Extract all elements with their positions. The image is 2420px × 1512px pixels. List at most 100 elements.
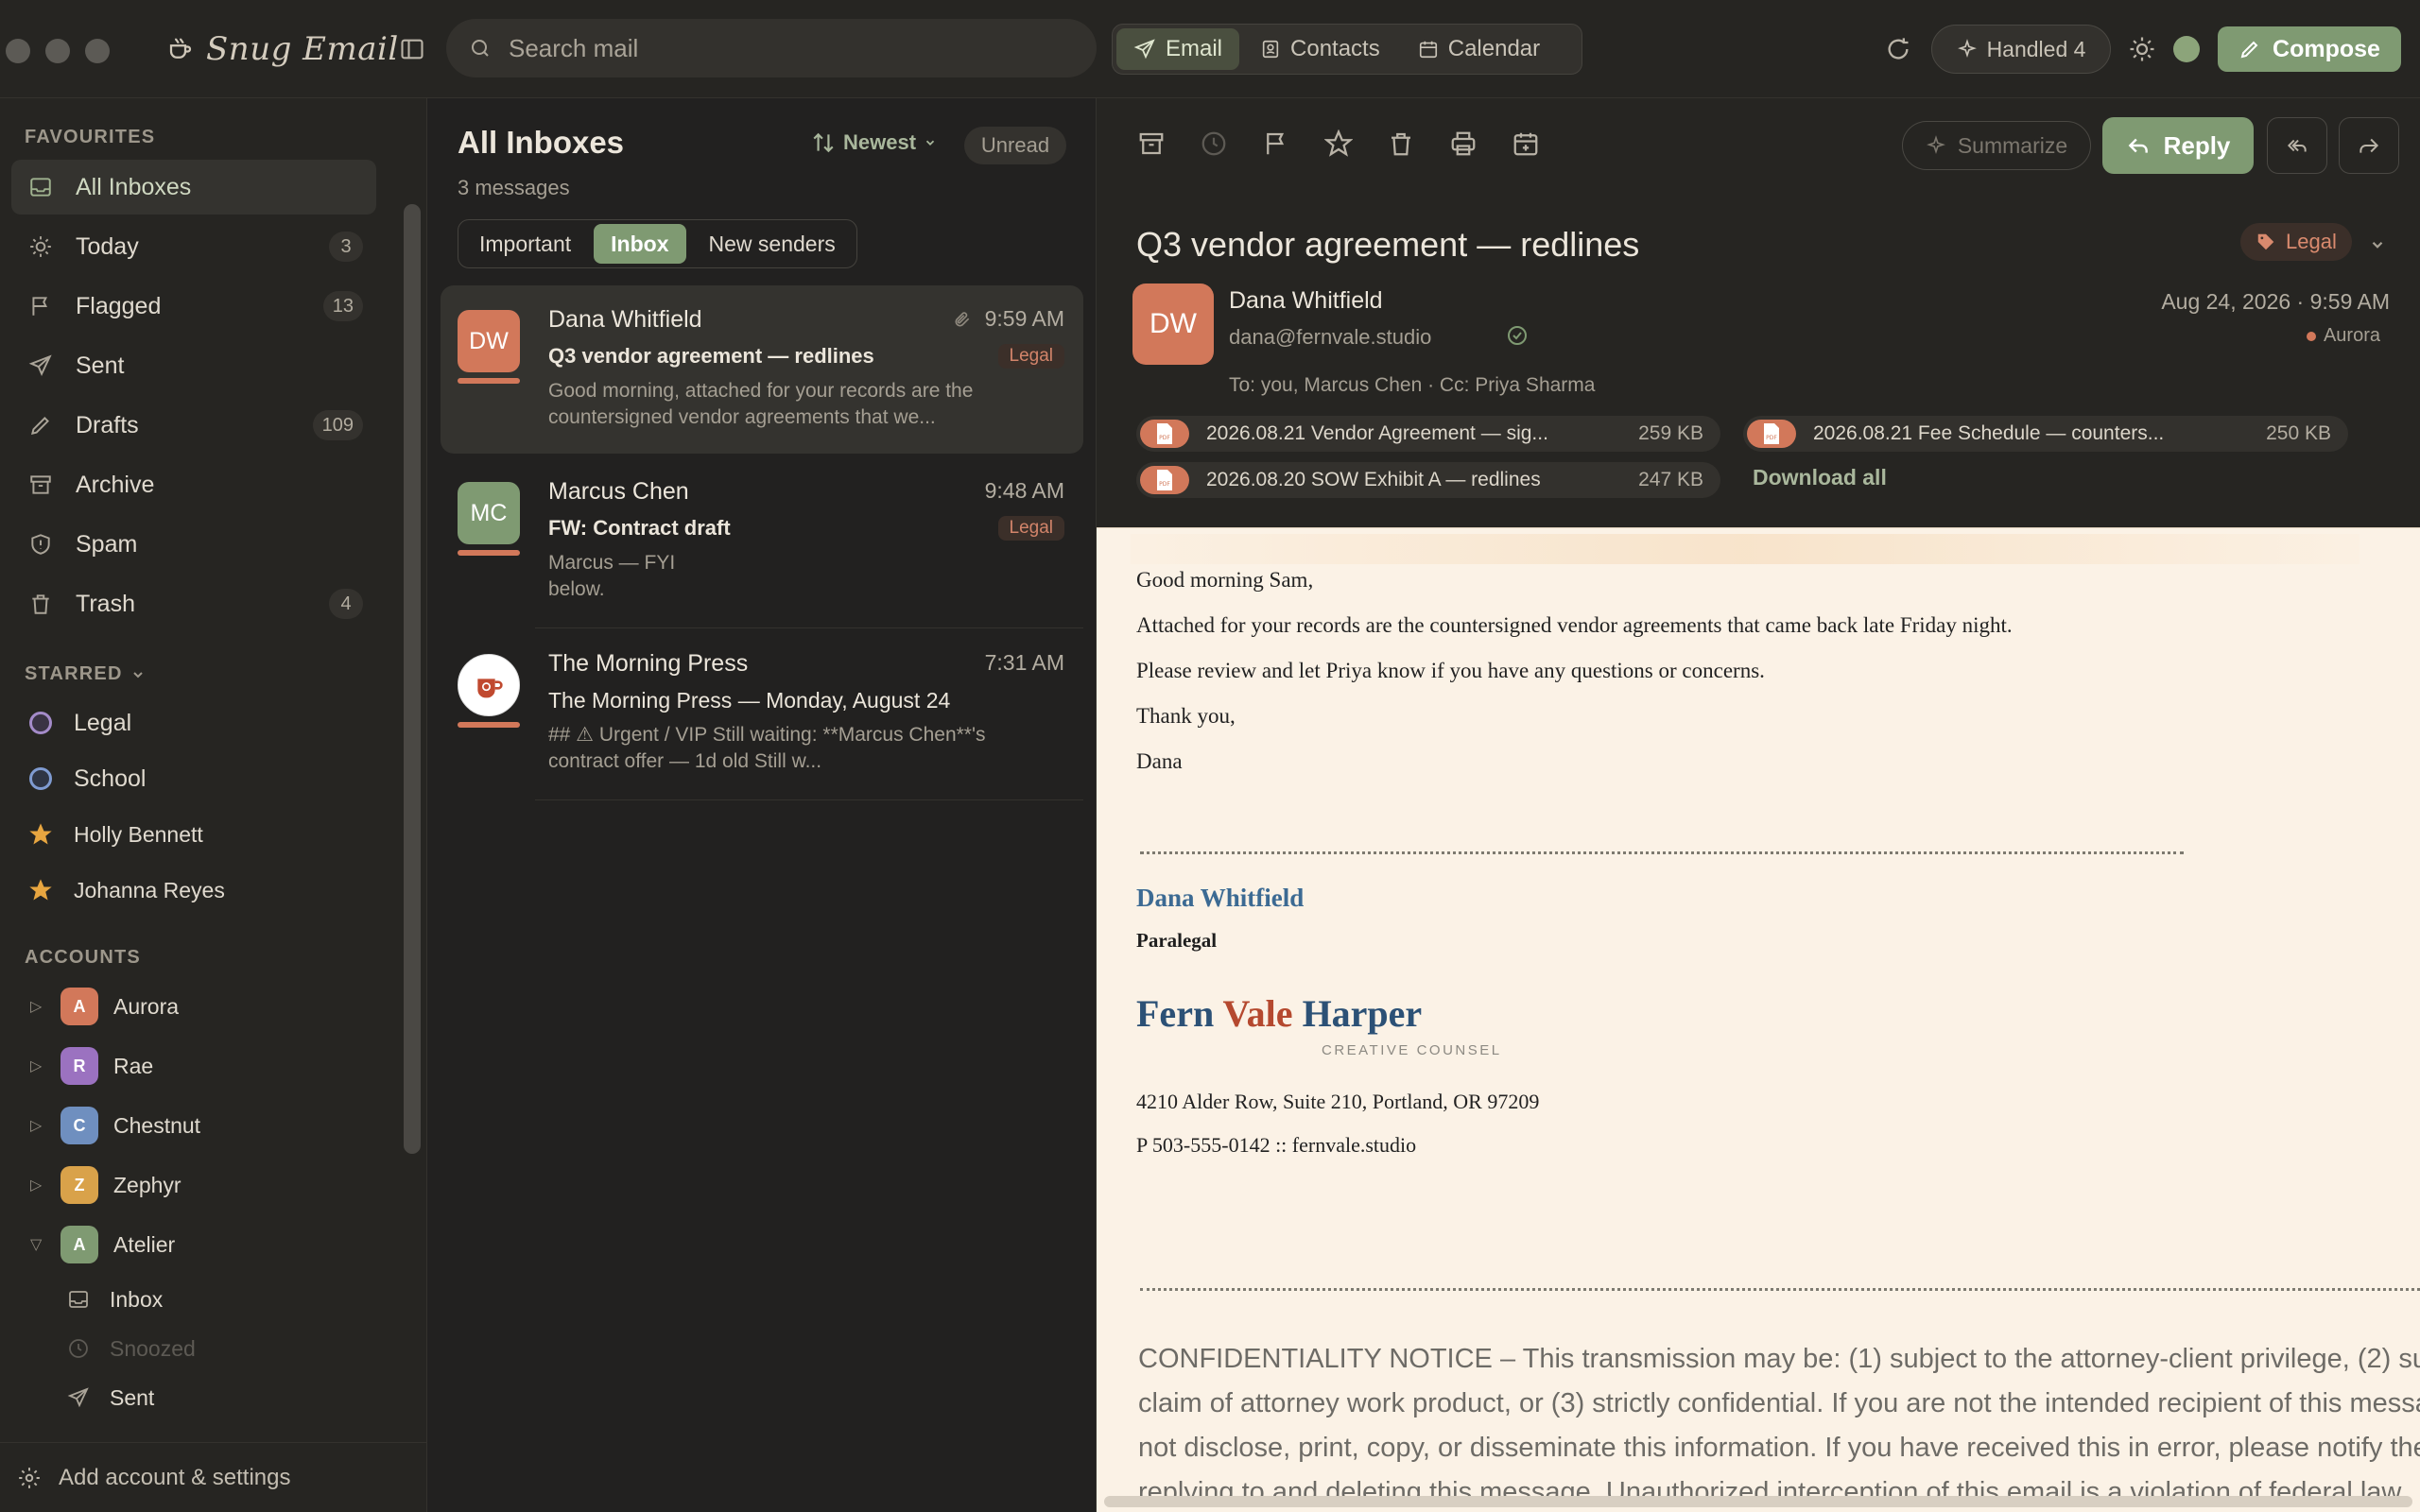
reply-button[interactable]: Reply — [2102, 117, 2254, 174]
chevron-right-icon[interactable]: ▷ — [30, 1116, 45, 1135]
sender-name: Dana Whitfield — [548, 306, 702, 333]
sender-email[interactable]: dana@fernvale.studio — [1229, 325, 1431, 350]
accounts-heading: ACCOUNTS — [25, 947, 141, 968]
sidebar-toggle-icon[interactable] — [395, 32, 429, 66]
tab-email[interactable]: Email — [1116, 28, 1240, 70]
unread-filter-button[interactable]: Unread — [964, 127, 1066, 164]
chevron-down-icon[interactable] — [2367, 234, 2388, 255]
notice-line: claim of attorney work product, or (3) s… — [1138, 1388, 2420, 1418]
sidebar-scrollbar[interactable] — [404, 204, 421, 1154]
sidebar-item-all-inboxes[interactable]: All Inboxes — [11, 160, 376, 215]
chevron-right-icon[interactable]: ▷ — [30, 1176, 45, 1194]
handled-button[interactable]: Handled 4 — [1931, 25, 2111, 74]
star-icon[interactable] — [1322, 127, 1356, 161]
sidebar-item-school[interactable]: School — [11, 751, 376, 806]
trash-icon[interactable] — [1384, 127, 1418, 161]
sidebar-item-atelier-inbox[interactable]: Inbox — [49, 1275, 376, 1324]
reply-label: Reply — [2163, 130, 2231, 160]
list-title: All Inboxes — [458, 125, 625, 160]
sort-dropdown[interactable]: Newest — [811, 130, 937, 155]
sidebar-item-trash[interactable]: Trash 4 — [11, 576, 376, 631]
reply-all-button[interactable] — [2267, 117, 2327, 174]
sidebar-item-atelier-snoozed[interactable]: Snoozed — [49, 1324, 376, 1373]
message-row[interactable]: MC Marcus Chen 9:48 AM FW: Contract draf… — [441, 457, 1083, 626]
account-rae[interactable]: ▷ R Rae — [11, 1039, 376, 1093]
label-selector[interactable]: Legal — [2240, 223, 2352, 261]
window-minimize-button[interactable] — [45, 39, 70, 63]
sidebar-item-holly-bennett[interactable]: Holly Bennett — [11, 807, 376, 862]
sidebar-item-flagged[interactable]: Flagged 13 — [11, 279, 376, 334]
compose-button[interactable]: Compose — [2218, 26, 2401, 72]
account-avatar: C — [60, 1107, 98, 1144]
printer-icon[interactable] — [1446, 127, 1480, 161]
forward-button[interactable] — [2339, 117, 2399, 174]
tag-icon — [2256, 232, 2276, 252]
window-close-button[interactable] — [6, 39, 30, 63]
firm-address: 4210 Alder Row, Suite 210, Portland, OR … — [1136, 1090, 1540, 1113]
add-account-settings-button[interactable]: Add account & settings — [0, 1442, 427, 1512]
tab-calendar[interactable]: Calendar — [1401, 28, 1557, 70]
sender-name[interactable]: Dana Whitfield — [1229, 287, 1383, 315]
search-bar[interactable] — [446, 19, 1097, 77]
attachment-chip[interactable]: PDF 2026.08.21 Fee Schedule — counters..… — [1743, 416, 2348, 452]
chevron-right-icon[interactable]: ▷ — [30, 997, 45, 1016]
filter-segment: Important Inbox New senders — [458, 219, 857, 268]
attachment-chip[interactable]: PDF 2026.08.20 SOW Exhibit A — redlines … — [1136, 462, 1720, 498]
paper-plane-icon — [26, 352, 55, 380]
paper-plane-icon — [1133, 38, 1156, 60]
starred-heading[interactable]: STARRED — [25, 663, 146, 685]
sort-icon — [811, 130, 836, 155]
sidebar-item-label: All Inboxes — [76, 173, 192, 200]
app-window: Snug Email Email Contacts Calendar — [0, 0, 2420, 1512]
sun-icon[interactable] — [2125, 32, 2159, 66]
flag-icon[interactable] — [1259, 127, 1293, 161]
sidebar-item-label: Johanna Reyes — [74, 877, 225, 902]
sidebar-item-johanna-reyes[interactable]: Johanna Reyes — [11, 863, 376, 918]
summarize-button[interactable]: Summarize — [1902, 121, 2091, 170]
account-aurora[interactable]: ▷ A Aurora — [11, 979, 376, 1034]
download-all-link[interactable]: Download all — [1753, 465, 1887, 490]
message-row[interactable]: The Morning Press 7:31 AM The Morning Pr… — [441, 629, 1083, 798]
sidebar-item-archive[interactable]: Archive — [11, 457, 376, 512]
user-avatar[interactable] — [2173, 36, 2200, 62]
sidebar-item-legal[interactable]: Legal — [11, 696, 376, 750]
star-icon — [26, 820, 55, 849]
filter-inbox[interactable]: Inbox — [594, 224, 686, 264]
account-atelier[interactable]: ▽ A Atelier — [11, 1217, 376, 1272]
paperclip-icon — [953, 310, 972, 329]
notice-divider — [1140, 1288, 2420, 1291]
count-badge: 4 — [329, 589, 363, 619]
tab-contacts[interactable]: Contacts — [1243, 28, 1397, 70]
filter-new-senders[interactable]: New senders — [692, 224, 853, 264]
window-zoom-button[interactable] — [85, 39, 110, 63]
refresh-icon[interactable] — [1883, 34, 1913, 64]
svg-text:PDF: PDF — [1159, 481, 1170, 488]
label-text: Legal — [2286, 230, 2337, 253]
account-chestnut[interactable]: ▷ C Chestnut — [11, 1098, 376, 1153]
sidebar-item-atelier-sent[interactable]: Sent — [49, 1373, 376, 1422]
chevron-down-icon[interactable]: ▽ — [30, 1235, 45, 1254]
sidebar-item-today[interactable]: Today 3 — [11, 219, 376, 274]
message-row[interactable]: DW Dana Whitfield 9:59 AM Q3 vendor agre… — [441, 285, 1083, 454]
signature-title: Paralegal — [1136, 929, 1218, 952]
attachment-chip[interactable]: PDF 2026.08.21 Vendor Agreement — sig...… — [1136, 416, 1720, 452]
attachment-size: 250 KB — [2266, 422, 2331, 444]
calendar-add-icon[interactable] — [1509, 127, 1543, 161]
star-icon — [26, 876, 55, 904]
tab-calendar-label: Calendar — [1447, 36, 1541, 61]
account-zephyr[interactable]: ▷ Z Zephyr — [11, 1158, 376, 1212]
message-time: 7:31 AM — [984, 650, 1064, 675]
chevron-right-icon[interactable]: ▷ — [30, 1057, 45, 1075]
filter-important[interactable]: Important — [462, 224, 588, 264]
archive-icon[interactable] — [1134, 127, 1168, 161]
search-input[interactable] — [507, 32, 1036, 64]
inbox-icon — [64, 1285, 93, 1314]
horizontal-scrollbar[interactable] — [1104, 1496, 2412, 1507]
message-subject: Q3 vendor agreement — redlines — [548, 344, 874, 368]
sidebar-item-spam[interactable]: Spam — [11, 517, 376, 572]
message-time: 9:48 AM — [984, 478, 1064, 503]
sidebar-item-drafts[interactable]: Drafts 109 — [11, 398, 376, 453]
svg-text:PDF: PDF — [1159, 435, 1170, 441]
snooze-clock-icon[interactable] — [1197, 127, 1231, 161]
sidebar-item-sent[interactable]: Sent — [11, 338, 376, 393]
